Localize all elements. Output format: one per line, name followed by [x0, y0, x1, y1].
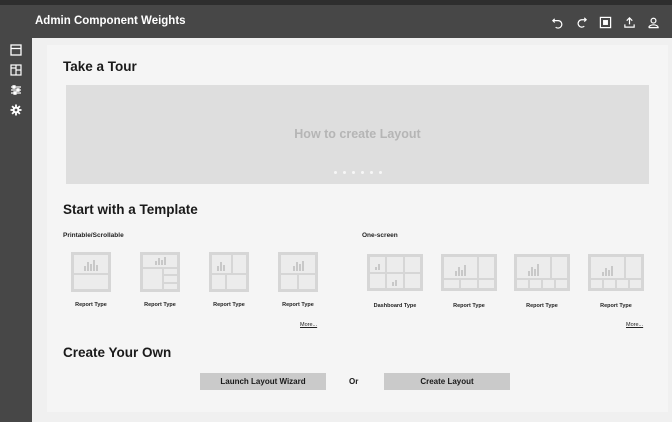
template-thumbnail [441, 254, 497, 291]
create-layout-button[interactable]: Create Layout [384, 373, 510, 390]
printable-more-link[interactable]: More... [300, 322, 317, 328]
filters-icon[interactable] [0, 80, 32, 100]
printable-label: Printable/Scrollable [63, 232, 124, 239]
template-onescreen-4[interactable]: Report Type [588, 254, 644, 309]
template-caption: Report Type [526, 303, 558, 309]
template-printable-3[interactable]: Report Type [201, 252, 257, 308]
carousel-dot[interactable] [333, 171, 337, 174]
layout-icon[interactable] [0, 40, 32, 60]
template-onescreen-2[interactable]: Report Type [441, 254, 497, 309]
settings-icon[interactable] [0, 100, 32, 120]
app-title: Admin Component Weights [35, 15, 186, 27]
onescreen-label: One-screen [362, 232, 398, 239]
template-caption: Report Type [75, 302, 107, 308]
banner-text: How to create Layout [294, 127, 421, 141]
template-printable-2[interactable]: Report Type [132, 252, 188, 308]
or-label: Or [349, 377, 359, 386]
template-thumbnail [367, 254, 423, 291]
template-thumbnail [588, 254, 644, 291]
template-caption: Report Type [600, 303, 632, 309]
template-printable-4[interactable]: Report Type [270, 252, 326, 308]
sidebar [0, 38, 32, 422]
redo-icon[interactable] [570, 13, 592, 31]
template-caption: Report Type [213, 302, 245, 308]
top-bar: Admin Component Weights [0, 0, 672, 38]
template-caption: Dashboard Type [373, 303, 417, 309]
carousel-dot[interactable] [351, 171, 355, 174]
template-caption: Report Type [282, 302, 314, 308]
export-icon[interactable] [618, 13, 640, 31]
carousel-dot[interactable] [369, 171, 373, 174]
carousel-dot[interactable] [342, 171, 346, 174]
template-caption: Report Type [453, 303, 485, 309]
template-thumbnail [514, 254, 570, 291]
template-thumbnail [278, 252, 318, 292]
components-icon[interactable] [0, 60, 32, 80]
templates-title: Start with a Template [63, 202, 198, 217]
toolbar [544, 13, 664, 31]
template-thumbnail [209, 252, 249, 292]
carousel-dot[interactable] [360, 171, 364, 174]
tour-title: Take a Tour [63, 59, 137, 74]
template-caption: Report Type [144, 302, 176, 308]
template-onescreen-3[interactable]: Report Type [514, 254, 570, 309]
template-thumbnail [140, 252, 180, 292]
main-panel: Take a Tour How to create Layout Start w… [47, 45, 668, 412]
template-onescreen-1[interactable]: Dashboard Type [367, 254, 423, 309]
user-icon[interactable] [642, 13, 664, 31]
carousel-dot[interactable] [378, 171, 382, 174]
carousel-dots [66, 171, 649, 174]
create-title: Create Your Own [63, 345, 172, 360]
template-thumbnail [71, 252, 111, 292]
undo-icon[interactable] [546, 13, 568, 31]
template-printable-1[interactable]: Report Type [63, 252, 119, 308]
launch-wizard-button[interactable]: Launch Layout Wizard [200, 373, 326, 390]
tour-banner[interactable]: How to create Layout [66, 85, 649, 184]
preview-icon[interactable] [594, 13, 616, 31]
onescreen-more-link[interactable]: More... [626, 322, 643, 328]
